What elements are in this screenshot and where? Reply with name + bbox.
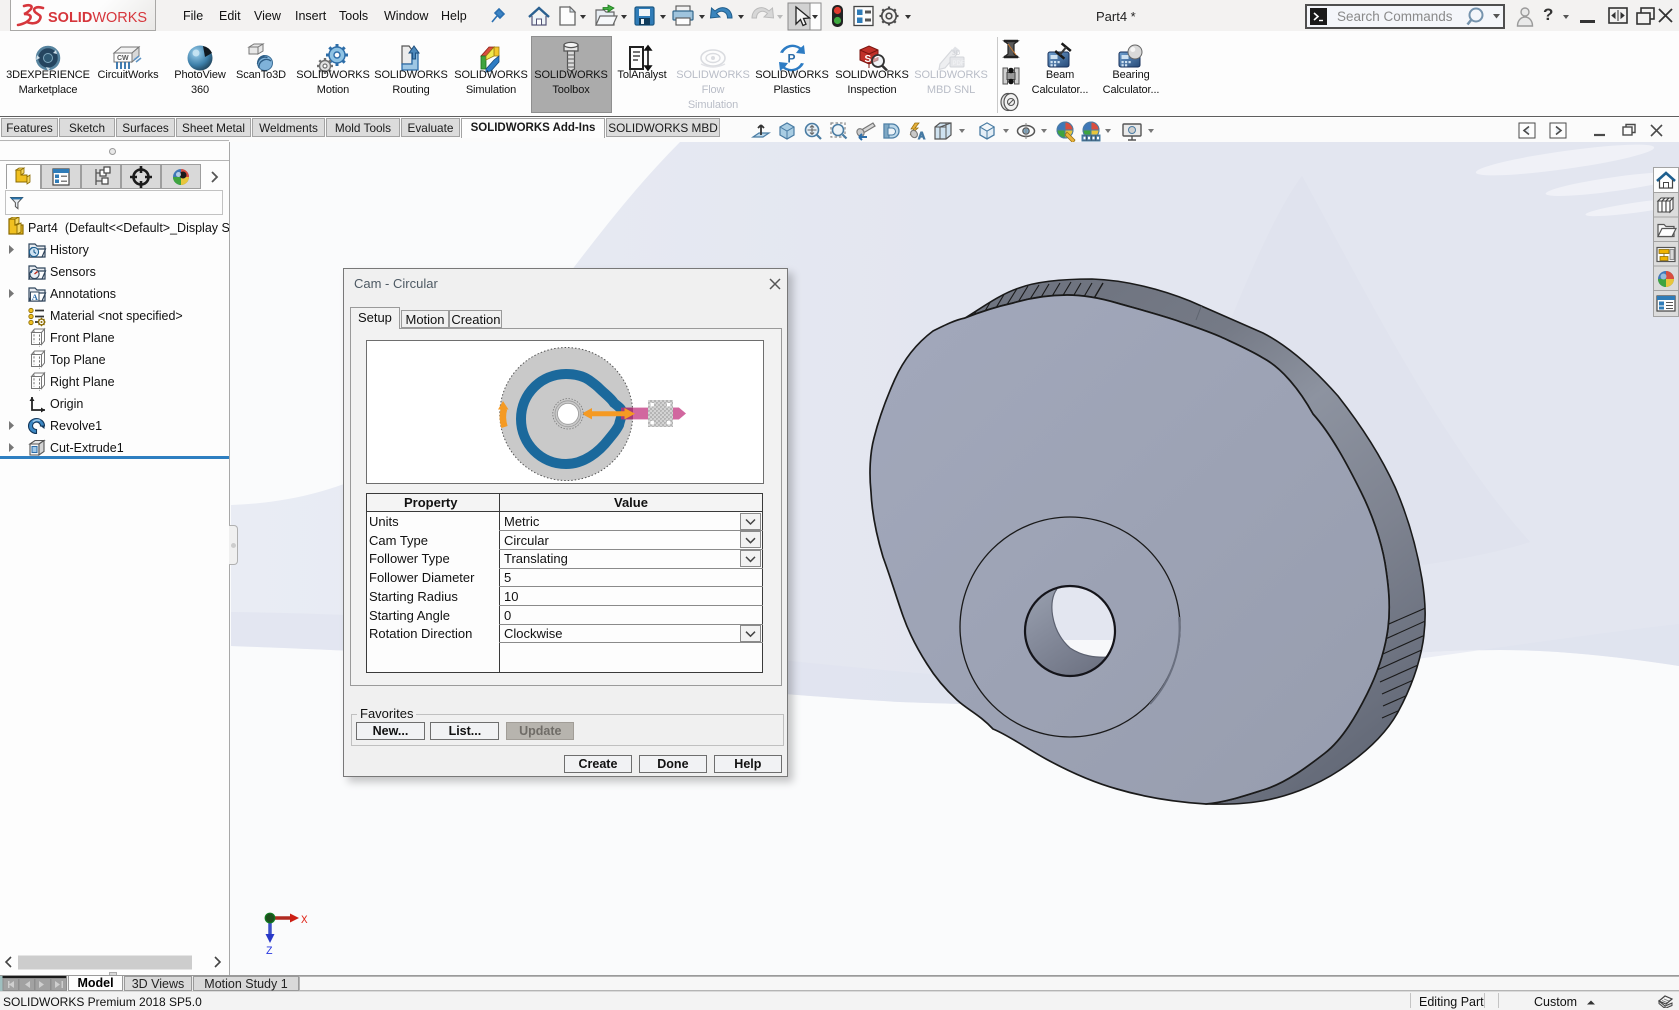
svg-text:S: S (865, 54, 872, 65)
svg-text:Z: Z (266, 946, 273, 958)
svg-text:A: A (32, 292, 39, 302)
svg-text:3D: 3D (952, 50, 961, 57)
svg-text:A: A (918, 131, 925, 142)
svg-text:PDF: PDF (953, 61, 965, 67)
svg-text:P: P (788, 52, 796, 66)
svg-text:X: X (301, 915, 308, 927)
